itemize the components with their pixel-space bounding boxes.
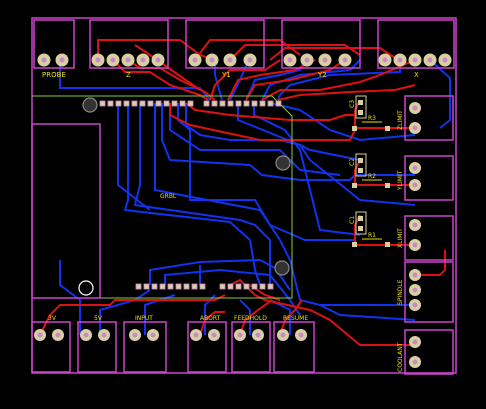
label-z: Z <box>126 71 131 79</box>
label-input: INPUT <box>135 315 153 322</box>
arduino-header-bottom <box>135 283 274 290</box>
label-feedhold: FEEDHOLD <box>234 315 267 322</box>
label-grbl: GRBL <box>160 193 177 200</box>
label-abort: ABORT <box>200 315 221 322</box>
label-3v: 3V <box>48 315 57 322</box>
label-c3: C3 <box>349 100 356 108</box>
mounting-hole <box>82 97 98 113</box>
mounting-hole <box>78 280 94 296</box>
label-r2: R2 <box>368 173 376 180</box>
label-resume: RESUME <box>283 315 308 322</box>
arduino-header-top <box>99 100 282 107</box>
label-coolant: COOLANT <box>397 342 404 372</box>
label-xlimit: XLIMIT <box>397 228 404 248</box>
label-r1: R1 <box>368 232 376 239</box>
label-y2: Y2 <box>317 71 327 79</box>
label-5v: 5V <box>94 315 103 322</box>
mounting-hole <box>275 155 291 171</box>
label-r3: R3 <box>368 115 376 122</box>
label-x: X <box>414 71 419 79</box>
label-probe: PROBE <box>42 71 66 79</box>
label-ylimit: YLIMIT <box>397 170 404 191</box>
mounting-hole <box>274 260 290 276</box>
label-zlimit: ZLIMIT <box>397 110 404 130</box>
label-c2: C2 <box>349 158 356 166</box>
label-spindle: SPINDLE <box>397 279 404 305</box>
pcb-layout: PROBE Z Y1 Y2 X C3 R3 C2 R2 C1 R1 ZLIMIT… <box>0 0 486 409</box>
label-y1: Y1 <box>221 71 231 79</box>
label-c1: C1 <box>349 216 356 224</box>
